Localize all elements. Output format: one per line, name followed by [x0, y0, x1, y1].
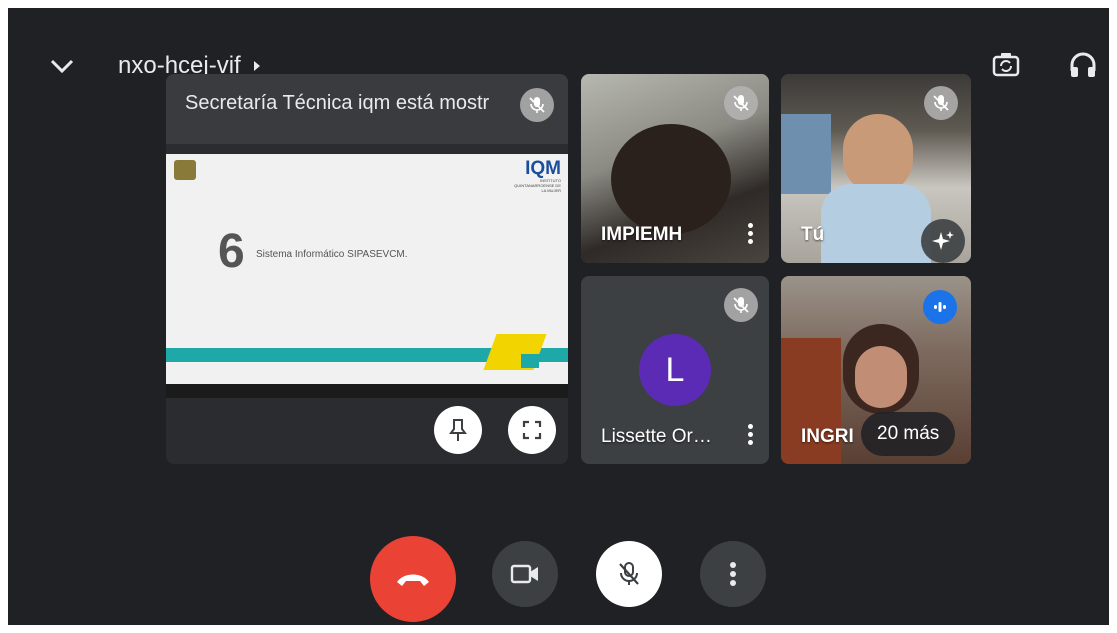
presentation-tile[interactable]: Secretaría Técnica iqm está mostr IQM IN… [166, 74, 568, 464]
state-seal-logo [174, 160, 196, 180]
participant-options-button[interactable] [748, 421, 754, 448]
slide-stripe [166, 348, 496, 362]
audio-level-icon [934, 302, 946, 312]
participant-tile-lissette[interactable]: L Lissette Or… [581, 276, 769, 464]
camera-toggle-button[interactable] [492, 541, 558, 607]
more-participants-button[interactable]: 20 más [861, 412, 956, 456]
audio-output-button[interactable] [1068, 49, 1098, 81]
participant-name: Lissette Or… [601, 426, 712, 447]
slide-title: Sistema Informático SIPASEVCM. [256, 249, 408, 260]
switch-camera-button[interactable] [990, 49, 1022, 81]
iqm-logo-subtext: INSTITUTO QUINTANARROENSE DE LA MUJER [514, 178, 561, 193]
speaking-indicator [923, 290, 957, 324]
mic-off-icon [733, 297, 749, 313]
more-options-button[interactable] [700, 541, 766, 607]
self-name: Tú [801, 224, 825, 245]
pin-icon [449, 419, 467, 441]
participant-tile-self[interactable]: Tú [781, 74, 971, 263]
mic-off-icon [733, 95, 749, 111]
self-mic-muted [924, 86, 958, 120]
avatar: L [639, 334, 711, 406]
pin-button[interactable] [434, 406, 482, 454]
end-call-icon [397, 574, 429, 586]
video-camera-icon [510, 564, 538, 584]
participant-name: IMPIEMH [601, 224, 683, 245]
iqm-logo: IQM INSTITUTO QUINTANARROENSE DE LA MUJE… [511, 159, 561, 193]
participant-options-button[interactable] [748, 220, 754, 247]
mic-toggle-button[interactable] [596, 541, 662, 607]
presenter-mic-muted [520, 88, 554, 122]
participant-tile-ingri[interactable]: INGRI 20 más [781, 276, 971, 464]
collapse-button[interactable] [48, 54, 78, 78]
more-vert-icon [730, 559, 736, 589]
participant-tile-impiemh[interactable]: IMPIEMH [581, 74, 769, 263]
shared-slide: IQM INSTITUTO QUINTANARROENSE DE LA MUJE… [166, 154, 568, 384]
participant-name: INGRI [801, 426, 854, 447]
meeting-info-arrow-icon [253, 61, 260, 71]
more-participants-count: 20 más [877, 423, 940, 444]
sparkle-effects-icon [932, 231, 954, 250]
fullscreen-button[interactable] [508, 406, 556, 454]
participant-mic-muted [724, 86, 758, 120]
chevron-down-icon [50, 59, 74, 74]
participant-mic-muted [724, 288, 758, 322]
iqm-logo-text: IQM [525, 158, 561, 179]
switch-camera-icon [992, 53, 1020, 77]
fullscreen-icon [522, 420, 542, 440]
meet-call-screen: nxo-hcej-vif Secretaría Técnica iqm está… [8, 8, 1109, 625]
slide-number: 6 [218, 225, 245, 278]
mic-off-icon [619, 562, 639, 585]
effects-button[interactable] [921, 219, 965, 263]
mic-off-icon [529, 97, 545, 113]
presentation-caption: Secretaría Técnica iqm está mostr [185, 92, 490, 114]
audio-output-icon [1070, 52, 1096, 77]
mic-off-icon [933, 95, 949, 111]
avatar-initial: L [665, 350, 685, 389]
end-call-button[interactable] [370, 536, 456, 622]
